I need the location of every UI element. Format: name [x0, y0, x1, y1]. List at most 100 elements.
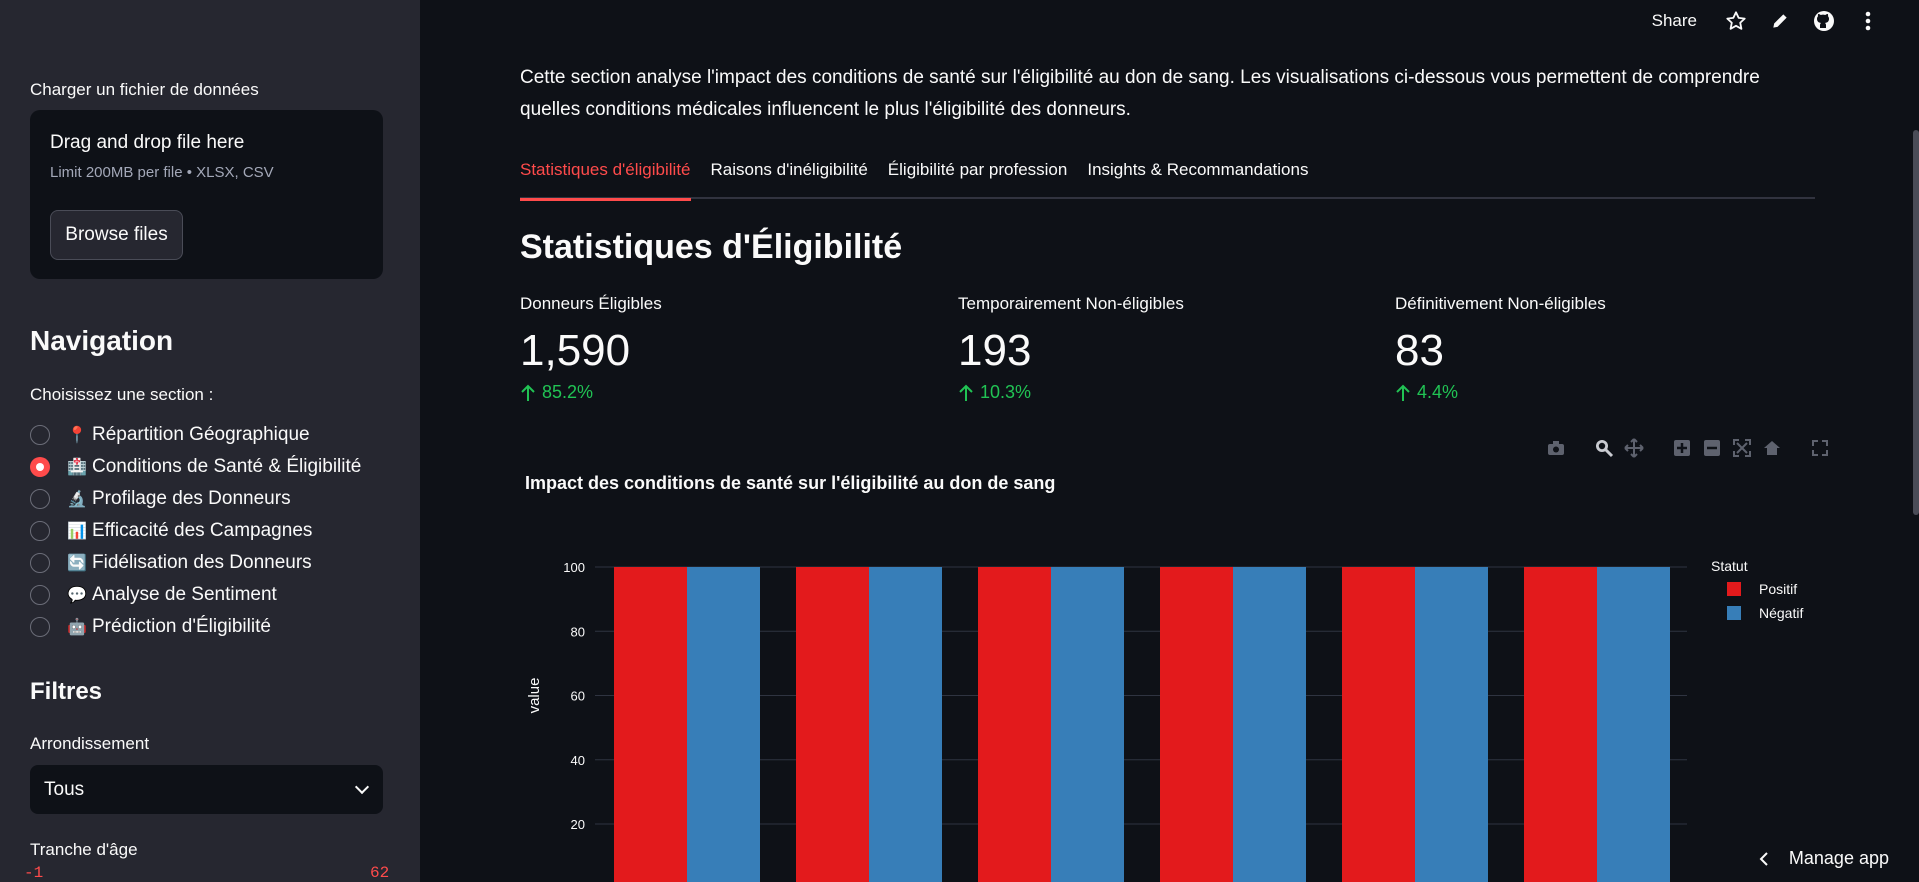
radio-button[interactable] — [30, 553, 50, 573]
zoom-out-icon[interactable] — [1702, 438, 1722, 458]
arrondissement-value: Tous — [44, 778, 85, 800]
legend-label: Négatif — [1759, 605, 1803, 621]
nav-item-label: Fidélisation des Donneurs — [92, 552, 312, 573]
chevron-down-icon — [354, 779, 370, 795]
metric-delta: 10.3% — [958, 382, 1378, 403]
tab-3[interactable]: Insights & Recommandations — [1087, 157, 1308, 199]
y-tick-label: 20 — [571, 817, 585, 832]
bar-positif — [1160, 567, 1233, 882]
metric-delta-value: 85.2% — [542, 382, 594, 402]
nav-item-label: Efficacité des Campagnes — [92, 520, 313, 541]
nav-radio-item[interactable]: 📊 Efficacité des Campagnes — [30, 515, 361, 547]
arrondissement-select[interactable]: Tous — [30, 765, 383, 814]
metric-value: 1,590 — [520, 326, 631, 375]
nav-item-label: Conditions de Santé & Éligibilité — [92, 456, 362, 477]
nav-title: Navigation — [30, 325, 174, 356]
more-vertical-icon[interactable] — [1853, 6, 1883, 36]
home-icon[interactable] — [1762, 438, 1782, 458]
bar-positif — [978, 567, 1051, 882]
dropzone-title: Drag and drop file here — [50, 132, 245, 153]
metric-label: Temporairement Non-éligibles — [958, 294, 1184, 313]
legend-swatch — [1727, 582, 1741, 596]
intro-paragraph: Cette section analyse l'impact des condi… — [520, 67, 1760, 120]
nav-radio-item[interactable]: 🔬 Profilage des Donneurs — [30, 483, 361, 515]
metric-label: Définitivement Non-éligibles — [1395, 294, 1606, 313]
fullscreen-icon[interactable] — [1810, 438, 1830, 458]
edit-pencil-icon[interactable] — [1765, 6, 1795, 36]
tab-0[interactable]: Statistiques d'éligibilité — [520, 157, 691, 201]
metric-delta: 85.2% — [520, 382, 940, 403]
tab-1[interactable]: Raisons d'inéligibilité — [711, 157, 868, 199]
nav-prompt: Choisissez une section : — [30, 385, 214, 404]
y-axis-label: value — [526, 678, 543, 714]
metric-value: 193 — [958, 326, 1032, 375]
nav-item-label: Profilage des Donneurs — [92, 488, 291, 509]
filters-title: Filtres — [30, 678, 103, 705]
eligibility-bar-chart: Impact des conditions de santé sur l'éli… — [525, 473, 1803, 882]
pan-icon[interactable] — [1624, 438, 1644, 458]
nav-emoji-icon: 📊 — [67, 523, 87, 540]
browse-files-button[interactable]: Browse files — [50, 210, 183, 260]
bar-positif — [1524, 567, 1597, 882]
nav-item-label: Analyse de Sentiment — [92, 584, 277, 605]
bar-négatif — [1233, 567, 1306, 882]
metric-def-ineligible: Définitivement Non-éligibles 83 4.4% — [1395, 294, 1815, 403]
upload-label: Charger un fichier de données — [30, 80, 259, 99]
radio-button[interactable] — [30, 489, 50, 509]
camera-icon[interactable] — [1546, 438, 1566, 458]
radio-button[interactable] — [30, 617, 50, 637]
legend-label: Positif — [1759, 581, 1797, 597]
top-toolbar: Share — [1652, 0, 1919, 42]
nav-radio-item[interactable]: 💬 Analyse de Sentiment — [30, 579, 361, 611]
nav-radio-item[interactable]: 🤖 Prédiction d'Éligibilité — [30, 611, 361, 643]
manage-app-button[interactable]: Manage app — [1759, 848, 1889, 869]
metric-eligible: Donneurs Éligibles 1,590 85.2% — [520, 294, 940, 403]
y-tick-label: 80 — [571, 624, 585, 639]
bar-négatif — [687, 567, 760, 882]
tab-2[interactable]: Éligibilité par profession — [888, 157, 1068, 199]
arrondissement-label: Arrondissement — [30, 734, 150, 753]
arrow-up-icon — [1396, 384, 1410, 401]
arrow-up-icon — [521, 384, 535, 401]
legend-swatch — [1727, 606, 1741, 620]
nav-radio-item[interactable]: 🏥 Conditions de Santé & Éligibilité — [30, 451, 361, 483]
metric-label: Donneurs Éligibles — [520, 294, 662, 313]
bar-positif — [614, 567, 687, 882]
nav-emoji-icon: 💬 — [67, 587, 87, 604]
chart-title: Impact des conditions de santé sur l'éli… — [525, 473, 1055, 493]
app-root: Charger un fichier de données Drag and d… — [0, 0, 1919, 882]
scrollbar[interactable] — [1913, 130, 1919, 515]
bar-positif — [796, 567, 869, 882]
section-title: Statistiques d'Éligibilité — [520, 228, 903, 266]
radio-button[interactable] — [30, 457, 50, 477]
zoom-in-icon[interactable] — [1672, 438, 1692, 458]
share-button[interactable]: Share — [1652, 11, 1697, 31]
radio-button[interactable] — [30, 521, 50, 541]
radio-button[interactable] — [30, 585, 50, 605]
nav-radio-group: 📍 Répartition Géographique 🏥 Conditions de … — [30, 419, 361, 643]
metric-temp-ineligible: Temporairement Non-éligibles 193 10.3% — [958, 294, 1378, 403]
nav-radio-item[interactable]: 📍 Répartition Géographique — [30, 419, 361, 451]
bar-positif — [1342, 567, 1415, 882]
bar-négatif — [1597, 567, 1670, 882]
zoom-icon[interactable] — [1594, 438, 1614, 458]
bar-négatif — [869, 567, 942, 882]
y-tick-label: 60 — [571, 689, 585, 704]
y-tick-label: 100 — [563, 560, 585, 575]
autoscale-icon[interactable] — [1732, 438, 1752, 458]
chevron-left-icon — [1759, 851, 1768, 866]
age-range-label: Tranche d'âge — [30, 840, 138, 859]
radio-button[interactable] — [30, 425, 50, 445]
nav-item-label: Prédiction d'Éligibilité — [92, 616, 271, 637]
bar-négatif — [1415, 567, 1488, 882]
nav-radio-item[interactable]: 🔄 Fidélisation des Donneurs — [30, 547, 361, 579]
file-dropzone[interactable]: Drag and drop file here Limit 200MB per … — [30, 110, 383, 279]
sidebar: Charger un fichier de données Drag and d… — [0, 0, 420, 882]
metric-value: 83 — [1395, 326, 1444, 375]
nav-item-label: Répartition Géographique — [92, 424, 310, 445]
star-icon[interactable] — [1721, 6, 1751, 36]
github-icon[interactable] — [1809, 6, 1839, 36]
metric-delta: 4.4% — [1395, 382, 1815, 403]
nav-emoji-icon: 🏥 — [67, 459, 87, 476]
nav-emoji-icon: 🔬 — [67, 491, 87, 508]
